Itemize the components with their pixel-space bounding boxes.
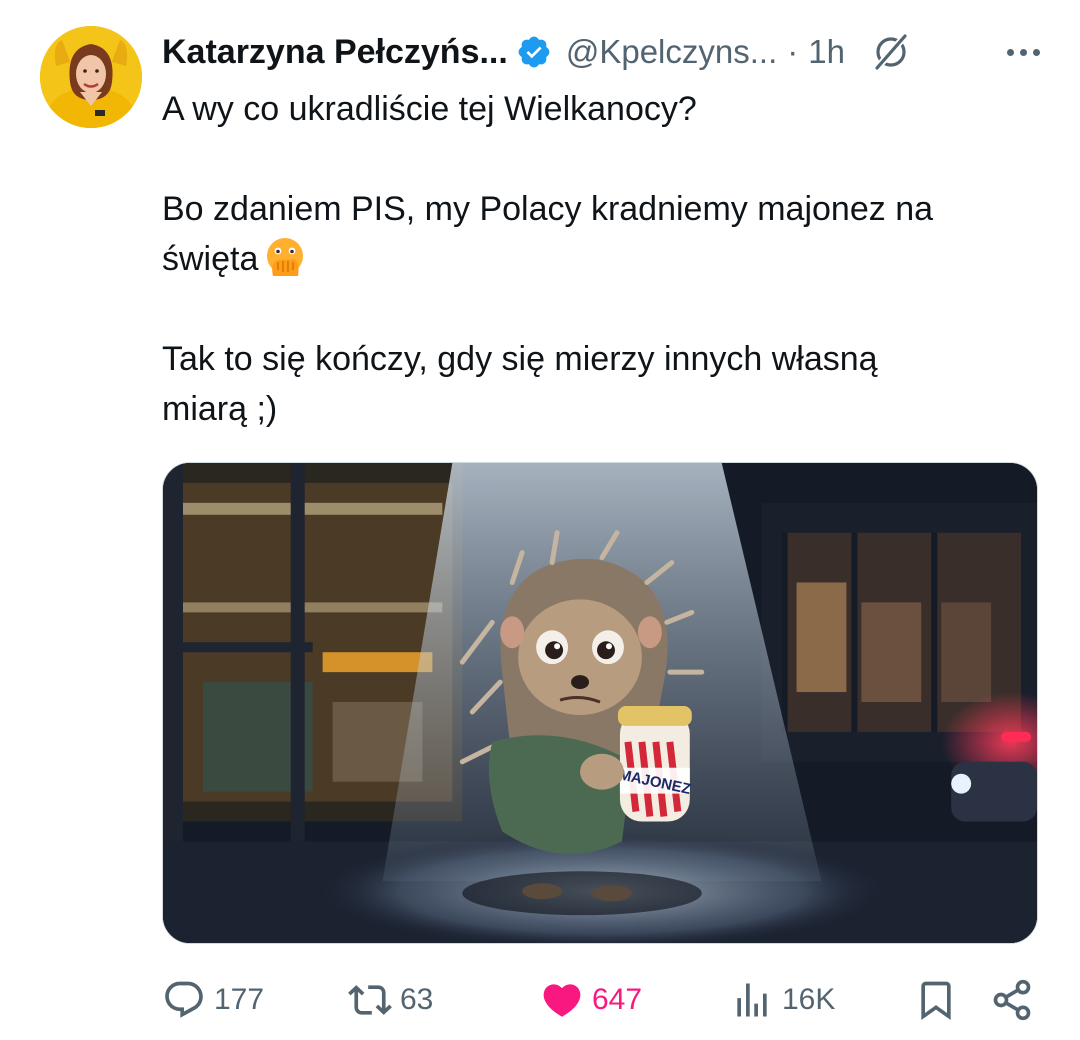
reply-icon (162, 978, 206, 1022)
bookmark-icon (914, 978, 958, 1022)
hedgehog-illustration: MAJONEZ (163, 463, 1037, 943)
avatar[interactable] (40, 26, 142, 128)
like-count: 647 (592, 983, 643, 1016)
repost-icon (348, 978, 392, 1022)
views-count: 16K (782, 983, 836, 1016)
tweet-line: Tak to się kończy, gdy się mierzy innych… (162, 340, 878, 378)
tweet-line: miarą ;) (162, 390, 278, 428)
more-dot (1033, 48, 1040, 56)
bookmark-button[interactable] (914, 978, 958, 1022)
heart-icon (540, 978, 584, 1022)
share-button[interactable] (990, 978, 1034, 1022)
tweet-line: A wy co ukradliście tej Wielkanocy? (162, 90, 697, 128)
tweet-line: Bo zdaniem PIS, my Polacy kradniemy majo… (162, 190, 934, 228)
share-icon (990, 978, 1034, 1022)
timestamp[interactable]: 1h (808, 33, 845, 71)
grok-icon[interactable] (871, 32, 911, 72)
tweet-text: A wy co ukradliście tej Wielkanocy? Bo z… (162, 84, 1042, 434)
more-dot (1020, 48, 1027, 56)
author-handle[interactable]: @Kpelczyns... (566, 33, 777, 71)
author-name[interactable]: Katarzyna Pełczyńs... (162, 33, 508, 72)
reply-count: 177 (214, 983, 265, 1016)
tweet-line-with-emoji: święta (162, 234, 1042, 284)
tweet-line: święta (162, 240, 259, 278)
repost-count: 63 (400, 983, 434, 1016)
views-button[interactable]: 16K (730, 978, 835, 1022)
tweet-header: Katarzyna Pełczyńs... @Kpelczyns... · 1h (162, 26, 1046, 78)
more-dot (1007, 48, 1014, 56)
more-icon[interactable] (1007, 48, 1046, 56)
verified-badge-icon[interactable] (516, 34, 552, 70)
face-hand-over-mouth-emoji-icon (264, 236, 306, 278)
repost-button[interactable]: 63 (348, 978, 433, 1022)
reply-button[interactable]: 177 (162, 978, 264, 1022)
tweet[interactable]: Katarzyna Pełczyńs... @Kpelczyns... · 1h… (0, 0, 1080, 1040)
views-icon (730, 978, 774, 1022)
separator-dot: · (787, 33, 799, 70)
action-bar: 177 63 647 16K (162, 970, 1038, 1030)
tweet-media-image[interactable]: MAJONEZ (162, 462, 1038, 944)
avatar-photo (40, 26, 142, 128)
like-button[interactable]: 647 (540, 978, 642, 1022)
